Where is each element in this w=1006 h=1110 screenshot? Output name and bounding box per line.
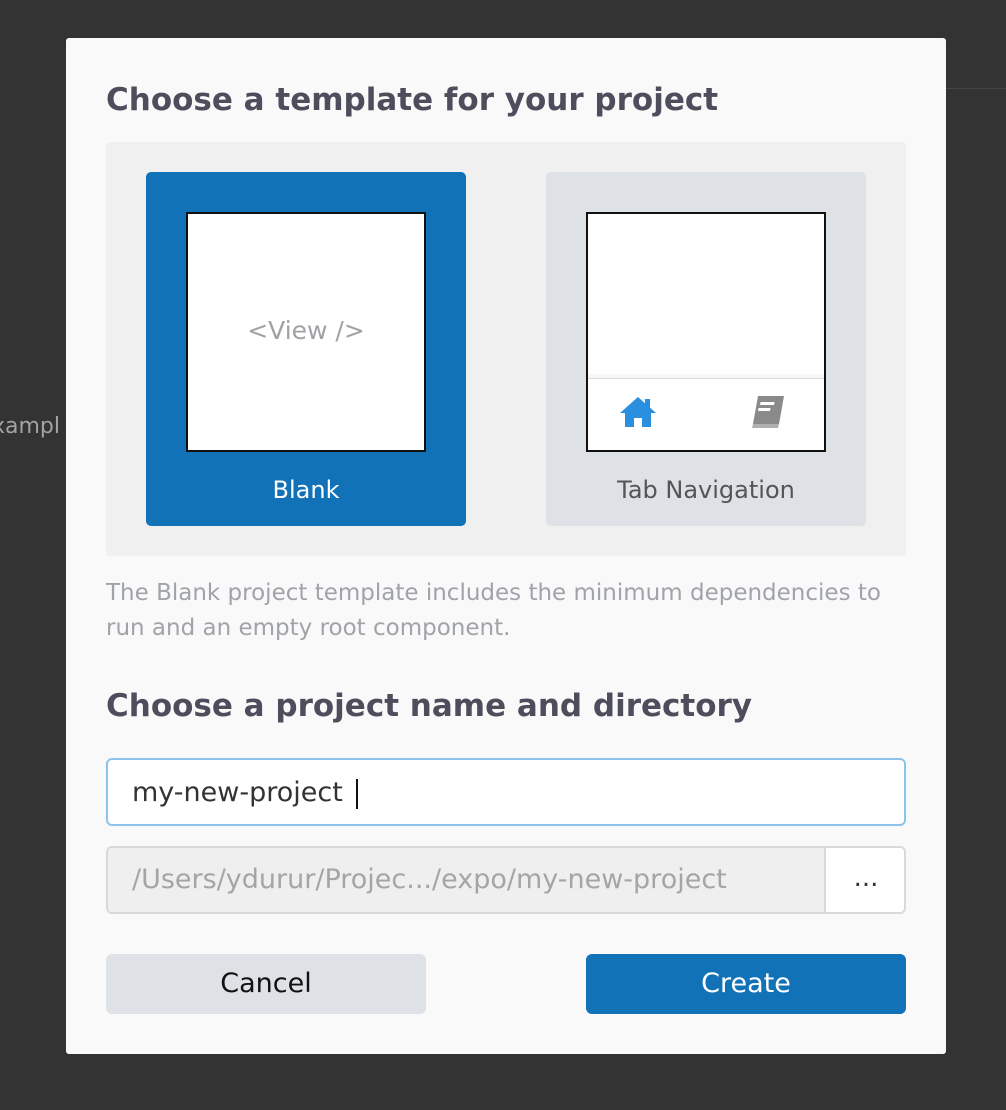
template-picker: <View /> Blank Tab Navigation xyxy=(106,142,906,556)
cancel-button[interactable]: Cancel xyxy=(106,954,426,1014)
blank-preview: <View /> xyxy=(186,212,426,452)
tab-navigation-preview xyxy=(586,212,826,452)
template-card-blank[interactable]: <View /> Blank xyxy=(146,172,466,526)
book-icon xyxy=(752,396,784,428)
create-button[interactable]: Create xyxy=(586,954,906,1014)
backdrop-partial-text: xampl xyxy=(0,414,61,439)
new-project-dialog: Choose a template for your project <View… xyxy=(66,38,946,1054)
template-label-tab-navigation: Tab Navigation xyxy=(617,476,795,504)
template-description: The Blank project template includes the … xyxy=(106,580,881,641)
directory-field-group: /Users/ydurur/Projec.../expo/my-new-proj… xyxy=(106,846,906,914)
preview-tab-bar xyxy=(588,378,824,450)
text-caret xyxy=(356,779,358,809)
backdrop-divider xyxy=(946,88,1006,89)
browse-directory-button[interactable]: ... xyxy=(824,848,904,912)
project-name-input[interactable] xyxy=(106,758,906,826)
view-placeholder-text: <View /> xyxy=(247,316,365,345)
template-label-blank: Blank xyxy=(272,476,340,504)
template-card-tab-navigation[interactable]: Tab Navigation xyxy=(546,172,866,526)
template-heading: Choose a template for your project xyxy=(106,82,719,118)
home-icon xyxy=(620,397,656,427)
directory-path-field[interactable]: /Users/ydurur/Projec.../expo/my-new-proj… xyxy=(108,848,824,912)
name-directory-heading: Choose a project name and directory xyxy=(106,688,753,724)
